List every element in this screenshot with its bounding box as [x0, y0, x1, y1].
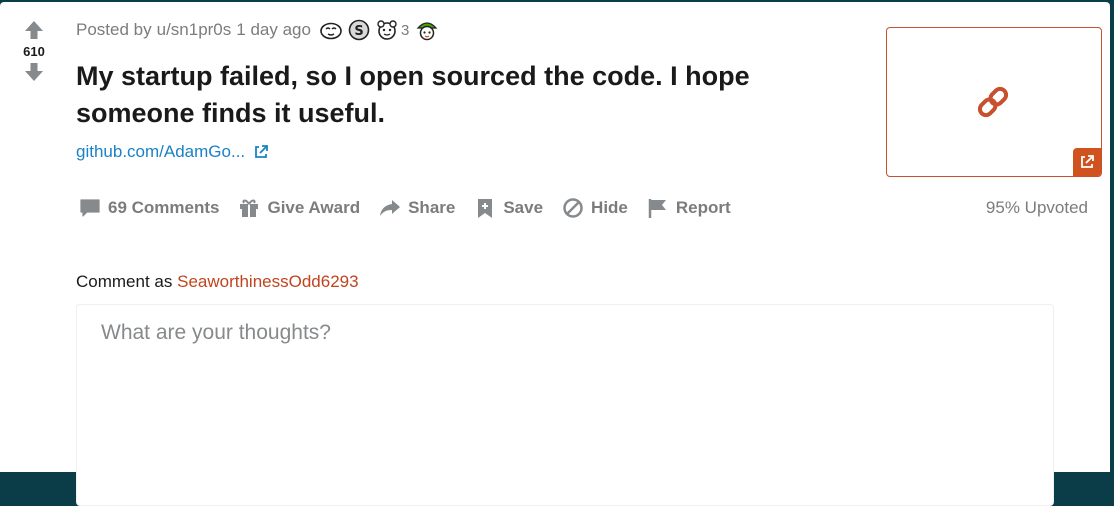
share-arrow-icon	[378, 196, 402, 220]
upvote-button[interactable]	[22, 18, 46, 42]
comment-as-line: Comment as SeaworthinessOdd6293	[76, 272, 359, 292]
post-time[interactable]: 1 day ago	[236, 20, 311, 40]
comment-input[interactable]: What are your thoughts?	[76, 304, 1054, 506]
helpful-award-icon[interactable]	[415, 18, 439, 42]
link-thumbnail[interactable]	[886, 27, 1102, 177]
comment-as-label: Comment as	[76, 272, 173, 291]
award-count: 3	[400, 21, 410, 39]
report-label: Report	[675, 198, 731, 217]
thumbnail-external-link-icon[interactable]	[1073, 148, 1101, 176]
comments-label: 69 Comments	[108, 198, 220, 217]
share-button[interactable]: Share	[374, 192, 459, 224]
comments-button[interactable]: 69 Comments	[74, 192, 223, 224]
author-link[interactable]: u/sn1pr0s	[157, 20, 232, 40]
post-title[interactable]: My startup failed, so I open sourced the…	[76, 58, 856, 132]
vote-count: 610	[23, 44, 45, 59]
post-meta: Posted by u/sn1pr0s 1 day ago S 3	[76, 18, 439, 42]
comment-icon	[78, 196, 102, 220]
upvote-arrow-icon	[25, 21, 43, 39]
gift-icon	[237, 196, 261, 220]
downvote-arrow-icon	[25, 63, 43, 81]
svg-text:S: S	[354, 24, 363, 39]
post-link[interactable]: github.com/AdamGo...	[76, 142, 269, 162]
posted-by-label: Posted by	[76, 20, 152, 39]
save-button[interactable]: Save	[469, 192, 547, 224]
give-award-button[interactable]: Give Award	[233, 192, 364, 224]
downvote-button[interactable]	[22, 60, 46, 84]
hide-icon	[561, 196, 585, 220]
upvote-ratio: 95% Upvoted	[985, 198, 1088, 217]
chain-link-icon	[975, 84, 1011, 125]
report-button[interactable]: Report	[642, 192, 735, 224]
save-label: Save	[503, 198, 544, 217]
post-card: 610 Posted by u/sn1pr0s 1 day ago S 3 My…	[0, 2, 1110, 506]
wholesome-award-icon[interactable]	[375, 18, 399, 42]
silver-award-icon[interactable]: S	[347, 18, 371, 42]
post-link-text[interactable]: github.com/AdamGo...	[76, 142, 245, 162]
post-actions: 69 Comments Give Award Share Save Hide R…	[74, 192, 745, 224]
give-award-label: Give Award	[267, 198, 361, 217]
flag-icon	[646, 196, 670, 220]
comment-placeholder: What are your thoughts?	[101, 321, 331, 344]
award-icon[interactable]	[319, 18, 343, 42]
vote-column: 610	[14, 18, 54, 84]
external-link-icon[interactable]	[253, 144, 269, 160]
comment-username[interactable]: SeaworthinessOdd6293	[177, 272, 358, 291]
hide-label: Hide	[591, 198, 628, 217]
share-label: Share	[408, 198, 456, 217]
bookmark-icon	[473, 196, 497, 220]
hide-button[interactable]: Hide	[557, 192, 632, 224]
